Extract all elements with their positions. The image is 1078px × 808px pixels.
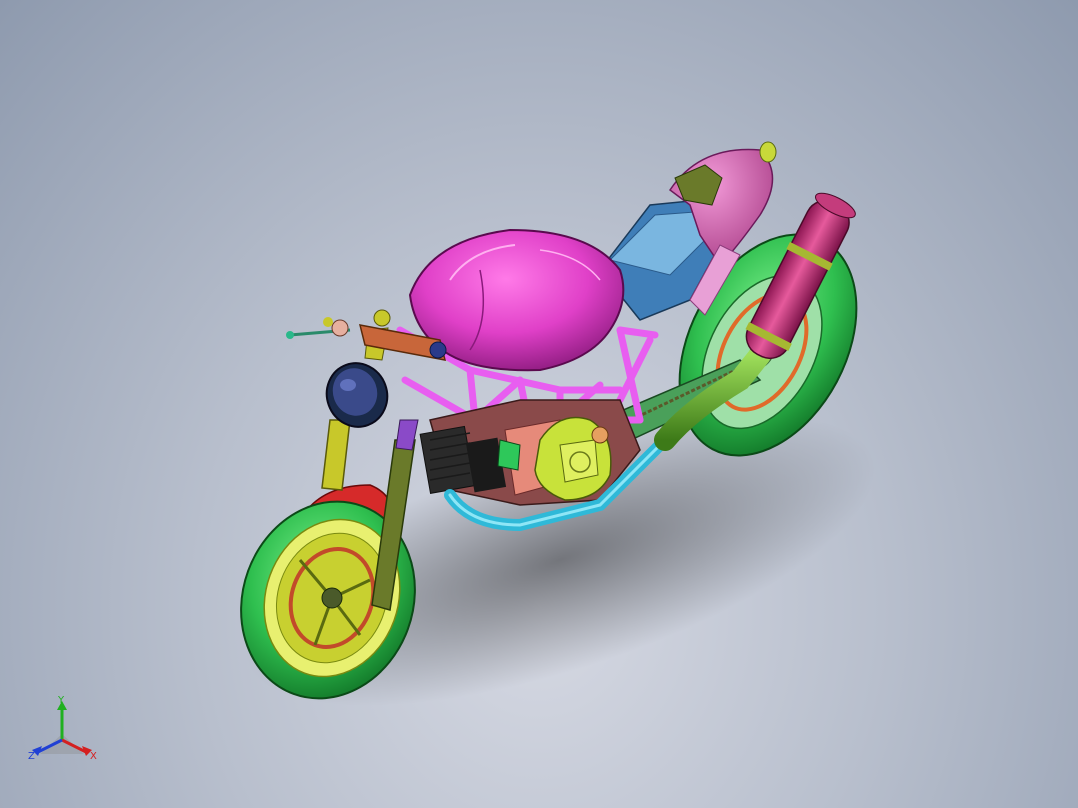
triad-graphic (32, 701, 92, 756)
coordinate-triad[interactable]: Y Z X (22, 692, 112, 772)
cad-viewport[interactable]: Y Z X (0, 0, 1078, 808)
z-axis-label: Z (28, 751, 35, 762)
motorcycle-model[interactable] (0, 0, 1078, 808)
y-axis-label: Y (58, 695, 65, 706)
x-axis-label: X (90, 751, 97, 762)
